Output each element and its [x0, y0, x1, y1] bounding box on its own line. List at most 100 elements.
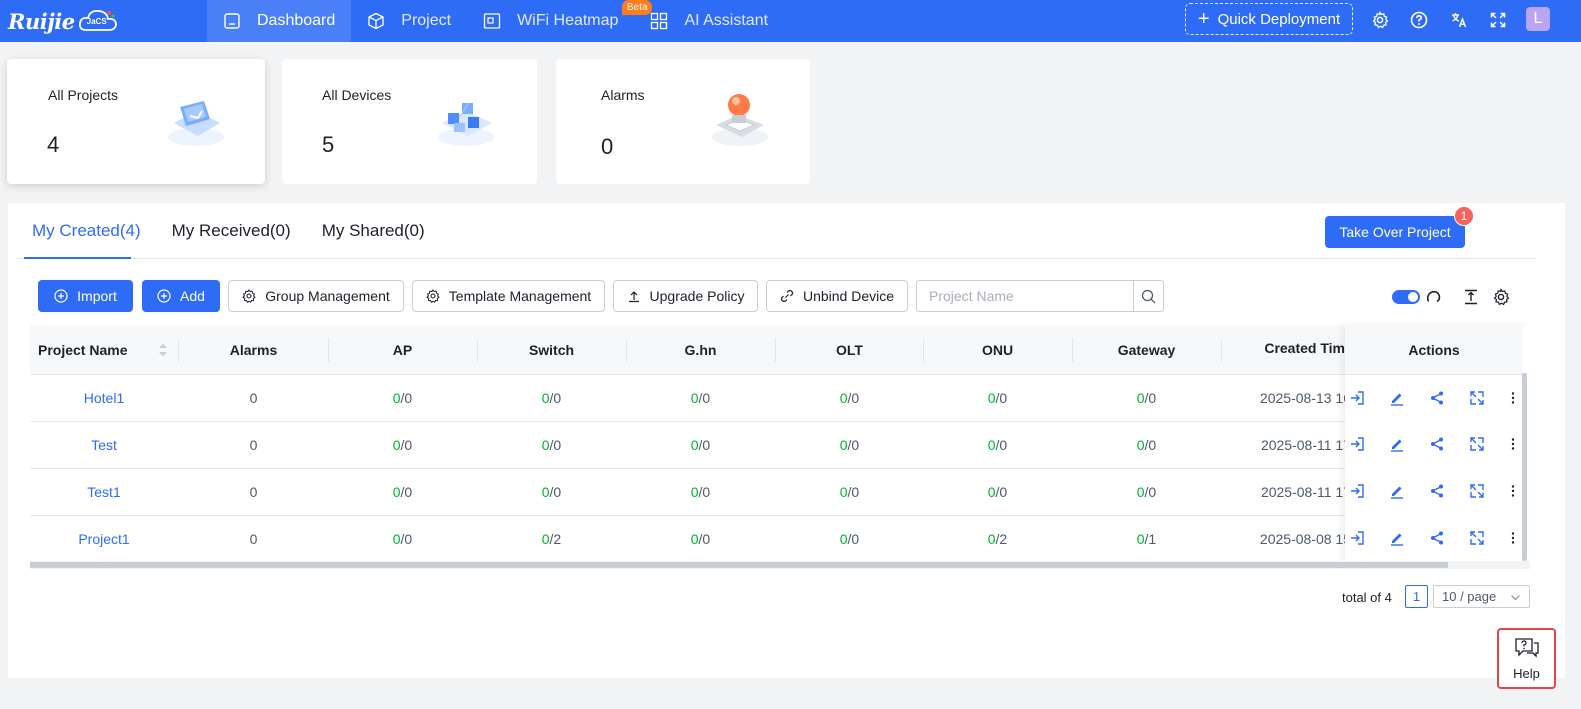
more-vertical-icon[interactable] — [1505, 483, 1521, 499]
project-name-link[interactable]: Test1 — [30, 469, 178, 515]
add-label: Add — [180, 288, 205, 304]
share-icon[interactable] — [1429, 483, 1445, 499]
switch-cell: 0/0 — [477, 375, 626, 421]
transfer-icon[interactable] — [1469, 436, 1485, 452]
online-count: 0 — [392, 531, 401, 547]
total-count: /0 — [847, 531, 860, 547]
column-header-label: Project Name — [38, 342, 128, 358]
ap-cell: 0/0 — [328, 469, 477, 515]
unbind-device-button[interactable]: Unbind Device — [766, 280, 908, 312]
more-vertical-icon[interactable] — [1505, 390, 1521, 406]
total-count: /0 — [400, 531, 413, 547]
transfer-icon[interactable] — [1469, 483, 1485, 499]
devices-illustration-icon — [432, 89, 500, 151]
table-settings-icon[interactable] — [1491, 287, 1511, 307]
nav-wifi-heatmap[interactable]: WiFi Heatmap Beta — [467, 0, 653, 42]
gear-icon — [242, 289, 257, 304]
fullscreen-icon[interactable] — [1488, 10, 1508, 30]
onu-cell: 0/0 — [923, 375, 1072, 421]
help-circle-icon[interactable] — [1409, 10, 1429, 30]
transfer-icon[interactable] — [1469, 530, 1485, 546]
total-count: /0 — [698, 437, 711, 453]
heatmap-icon — [483, 12, 501, 30]
total-count: /0 — [847, 484, 860, 500]
edit-icon[interactable] — [1389, 436, 1405, 452]
refresh-icon[interactable] — [1423, 287, 1443, 307]
total-count: /0 — [847, 437, 860, 453]
translate-icon[interactable] — [1449, 10, 1469, 30]
cube-icon — [367, 12, 385, 30]
tab-my-created[interactable]: My Created(4) — [32, 221, 141, 261]
online-count: 0 — [1136, 484, 1145, 500]
online-count: 0 — [987, 437, 996, 453]
share-icon[interactable] — [1429, 390, 1445, 406]
more-vertical-icon[interactable] — [1505, 436, 1521, 452]
share-icon[interactable] — [1429, 436, 1445, 452]
nav-project-label: Project — [401, 12, 452, 29]
take-over-project-button[interactable]: Take Over Project — [1325, 216, 1465, 248]
share-icon[interactable] — [1429, 530, 1445, 546]
import-button[interactable]: Import — [38, 280, 133, 312]
more-vertical-icon[interactable] — [1505, 530, 1521, 546]
olt-cell: 0/0 — [775, 516, 924, 562]
unbind-device-label: Unbind Device — [802, 288, 895, 304]
quick-deployment-label: Quick Deployment — [1217, 10, 1341, 28]
transfer-icon[interactable] — [1469, 390, 1485, 406]
online-count: 0 — [392, 390, 401, 406]
online-count: 0 — [839, 531, 848, 547]
tab-my-received[interactable]: My Received(0) — [172, 221, 291, 261]
search-icon[interactable] — [1133, 281, 1163, 311]
settings-icon[interactable] — [1370, 10, 1390, 30]
table-horizontal-scrollbar[interactable] — [30, 561, 1530, 569]
enter-project-icon[interactable] — [1349, 483, 1365, 499]
stat-card-alarms[interactable]: Alarms 0 — [556, 59, 810, 184]
online-count: 0 — [690, 390, 699, 406]
column-header-actions: Actions — [1345, 325, 1523, 375]
enter-project-icon[interactable] — [1349, 436, 1365, 452]
project-name-link[interactable]: Test — [30, 422, 178, 468]
nav-ai-assistant-label: AI Assistant — [684, 12, 769, 29]
column-header-project-name[interactable]: Project Name — [30, 325, 178, 375]
total-count: /0 — [549, 437, 562, 453]
stat-card-all-devices[interactable]: All Devices 5 — [282, 59, 537, 184]
edit-icon[interactable] — [1389, 483, 1405, 499]
user-avatar[interactable]: L — [1526, 7, 1550, 31]
switch-cell: 0/2 — [477, 516, 626, 562]
brand-logo[interactable]: Ruijie JaCS — [8, 4, 118, 38]
tab-my-shared[interactable]: My Shared(0) — [322, 221, 425, 261]
project-name-search-input[interactable] — [929, 288, 1129, 304]
quick-deployment-button[interactable]: + Quick Deployment — [1185, 3, 1353, 35]
template-management-button[interactable]: Template Management — [412, 280, 605, 312]
enter-project-icon[interactable] — [1349, 390, 1365, 406]
nav-project[interactable]: Project — [351, 0, 467, 42]
sort-icon[interactable] — [158, 342, 168, 361]
column-height-icon[interactable] — [1461, 287, 1481, 307]
table-row: Test 0 0/0 0/0 0/0 0/0 0/0 0/0 2025-08-1… — [30, 422, 1530, 469]
group-management-button[interactable]: Group Management — [228, 280, 404, 312]
scrollbar-thumb[interactable] — [30, 562, 1448, 568]
gear-icon — [425, 289, 440, 304]
online-count: 0 — [690, 531, 699, 547]
project-name-link[interactable]: Project1 — [30, 516, 178, 562]
gateway-cell: 0/1 — [1072, 516, 1221, 562]
pagination-page-1[interactable]: 1 — [1405, 585, 1428, 608]
nav-wifi-heatmap-label: WiFi Heatmap — [517, 12, 619, 29]
view-toggle-switch[interactable] — [1392, 290, 1420, 304]
unlink-icon — [780, 289, 794, 303]
table-vertical-scrollbar[interactable] — [1522, 373, 1527, 561]
edit-icon[interactable] — [1389, 530, 1405, 546]
nav-ai-assistant[interactable]: AI Assistant — [634, 0, 784, 42]
ghn-cell: 0/0 — [626, 422, 775, 468]
tabs-divider — [16, 258, 1536, 259]
stat-card-all-projects[interactable]: All Projects 4 — [7, 59, 265, 184]
help-button[interactable]: Help — [1497, 628, 1556, 689]
upgrade-policy-button[interactable]: Upgrade Policy — [613, 280, 758, 312]
online-count: 0 — [1136, 437, 1145, 453]
created-time-cell: 2025-08-13 16 — [1259, 390, 1351, 406]
enter-project-icon[interactable] — [1349, 530, 1365, 546]
add-button[interactable]: Add — [142, 280, 220, 312]
nav-dashboard[interactable]: Dashboard — [207, 0, 352, 42]
page-size-select[interactable]: 10 / page — [1433, 585, 1530, 608]
project-name-link[interactable]: Hotel1 — [30, 375, 178, 421]
edit-icon[interactable] — [1389, 390, 1405, 406]
